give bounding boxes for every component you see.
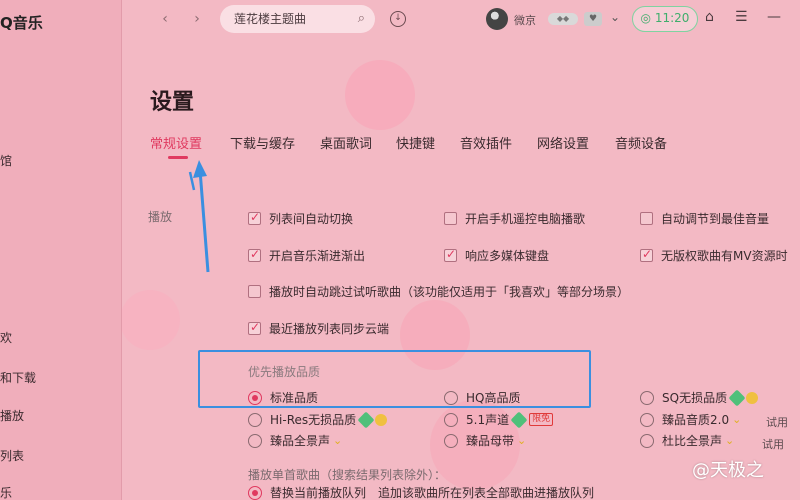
annotation-arrow — [188, 160, 210, 273]
